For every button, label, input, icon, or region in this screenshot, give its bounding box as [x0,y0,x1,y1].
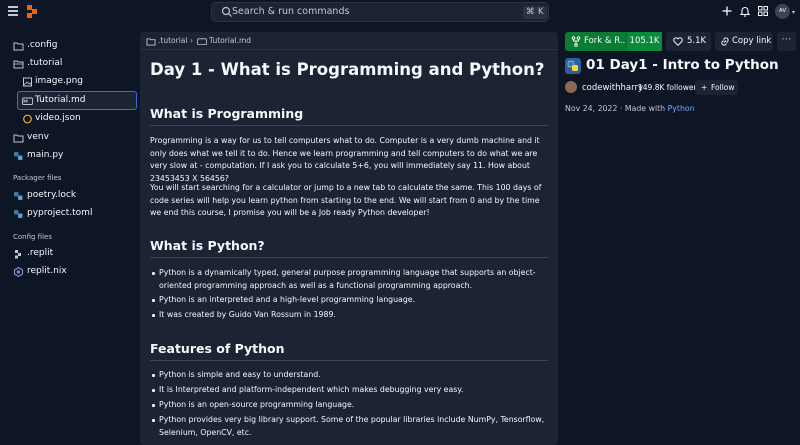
json-file-icon [23,114,32,124]
replit-config-icon [15,250,21,259]
heading-what-is-programming: What is Programming [150,106,304,121]
packager-files-label: Packager files [13,174,62,182]
fork-icon [571,36,581,47]
breadcrumb-divider [140,49,558,50]
repl-language-link[interactable]: Python [668,104,695,113]
file-tree: .config .tutorial image.png Tutorial.md … [0,32,140,445]
list-item: Python provides very big library support… [150,414,548,439]
copy-link-label: Copy link [732,36,772,46]
heading-divider [150,360,548,361]
search-placeholder: Search & run commands [232,6,350,17]
heading-divider [150,257,548,258]
doc-title: Day 1 - What is Programming and Python? [150,60,545,79]
follow-button[interactable]: + Follow [695,80,738,95]
python-file-icon [14,192,23,200]
heading-divider [150,125,548,126]
heart-icon [673,37,683,46]
repl-meta: Nov 24, 2022 · Made with Python [565,104,695,113]
plus-icon[interactable] [721,5,733,17]
list-item: Python is a dynamically typed, general p… [150,267,548,292]
plus-icon: + [701,83,708,92]
copy-link-button[interactable]: Copy link [715,32,773,51]
paragraph-2: You will start searching for a calculato… [150,183,542,217]
nix-icon [13,267,24,277]
bell-icon[interactable] [739,5,751,17]
list-item: Python is an open-source programming lan… [150,399,548,412]
folder-icon [13,134,24,143]
list-item: Python is an interpreted and a high-leve… [150,294,548,307]
grid-icon[interactable] [757,5,769,17]
folder-icon [146,38,156,46]
top-bar: Search & run commands ⌘ K AV ▾ [0,0,800,24]
heading-features-of-python: Features of Python [150,341,285,356]
author-followers: 149.8K followers [638,83,701,92]
repl-title: 01 Day1 - Intro to Python [586,57,779,73]
list-item: It was created by Guido Van Rossum in 19… [150,309,548,322]
breadcrumb-file[interactable]: Tutorial.md [209,36,251,45]
markdown-preview-pane: .tutorial › Tutorial.md Day 1 - What is … [140,32,558,445]
markdown-file-icon [197,38,207,46]
author-avatar[interactable] [565,81,577,93]
search-bar[interactable]: Search & run commands ⌘ K [211,2,549,22]
author-name[interactable]: codewithharry [582,83,643,93]
like-button[interactable]: 5.1K [666,32,711,51]
breadcrumb-folder[interactable]: .tutorial [158,36,187,45]
repl-info-panel: Fork & R... 105.1K 5.1K Copy link ⋯ 01 D… [558,32,800,445]
python-repl-icon [565,58,581,74]
menu-icon[interactable] [8,6,18,16]
shortcut-k-key: K [535,6,547,19]
fork-count: 105.1K [626,32,662,51]
list-item: Python is simple and easy to understand. [150,369,548,382]
repl-date: Nov 24, 2022 · Made with [565,104,668,113]
python-file-icon [14,152,23,160]
image-file-icon [23,77,32,87]
paragraph-1: Programming is a way for us to tell comp… [150,136,540,183]
folder-open-icon [13,60,24,69]
breadcrumb-separator: › [190,36,193,45]
link-icon [721,37,729,46]
python-logo-icon [567,60,578,71]
chevron-down-icon[interactable]: ▾ [792,9,795,16]
user-avatar[interactable]: AV [775,4,790,19]
python-file-icon [14,210,23,218]
fork-label: Fork & R... [584,36,628,46]
heading-what-is-python: What is Python? [150,238,265,253]
follow-label: Follow [711,83,735,92]
like-count: 5.1K [687,36,707,46]
replit-logo-icon[interactable] [27,5,40,18]
folder-icon [13,42,24,51]
list-item: It is Interpreted and platform-independe… [150,384,548,397]
markdown-file-icon [22,97,33,105]
fork-and-run-button[interactable]: Fork & R... 105.1K [565,32,662,51]
more-options-button[interactable]: ⋯ [777,32,796,51]
config-files-label: Config files [13,233,52,241]
